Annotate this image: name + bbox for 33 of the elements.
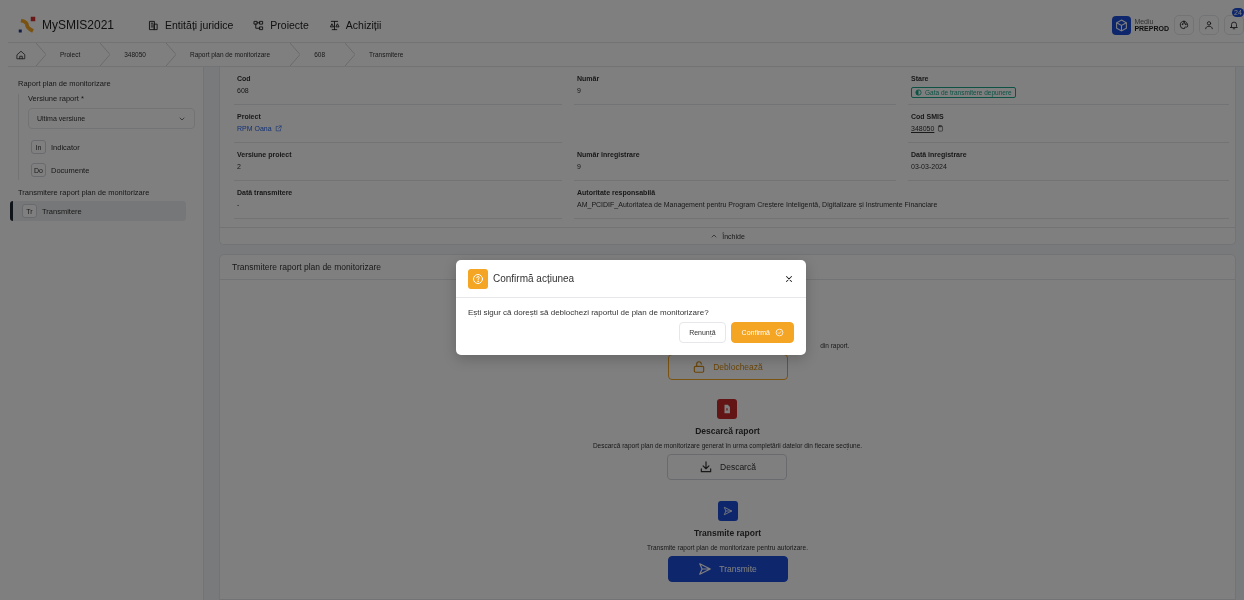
pdf-file-icon bbox=[722, 404, 733, 414]
bell-icon bbox=[1229, 20, 1239, 30]
download-button[interactable]: Descarcă bbox=[667, 454, 788, 480]
cube-icon[interactable] bbox=[1112, 15, 1132, 35]
notifications-button[interactable] bbox=[1224, 15, 1244, 35]
send-icon bbox=[722, 506, 733, 516]
download-icon bbox=[699, 460, 714, 474]
palette-button[interactable] bbox=[1174, 15, 1194, 35]
nodes-icon bbox=[253, 19, 265, 31]
app-name: MySMIS2021 bbox=[42, 18, 115, 32]
unlock-icon bbox=[692, 360, 707, 374]
logo-icon bbox=[18, 16, 36, 34]
home-icon bbox=[16, 49, 26, 60]
action-title: Transmite raport bbox=[693, 528, 762, 538]
send-icon bbox=[698, 562, 713, 576]
check-circle-icon bbox=[775, 328, 784, 337]
modal-message: Ești sigur că dorești să deblochezi raportul de plan de monitorizare? bbox=[468, 308, 710, 317]
palette-icon bbox=[1179, 20, 1189, 30]
building-icon bbox=[148, 19, 160, 31]
close-button[interactable] bbox=[784, 273, 794, 284]
transmit-button[interactable]: Transmite bbox=[667, 556, 788, 582]
action-title: Descarcă raport bbox=[695, 426, 760, 436]
nav-link[interactable]: Proiecte bbox=[253, 19, 309, 31]
copy-icon[interactable] bbox=[937, 125, 945, 132]
user-icon bbox=[1204, 20, 1214, 30]
external-link-icon bbox=[274, 125, 282, 132]
half-circle-icon bbox=[915, 89, 922, 96]
nav-link[interactable]: Entități juridice bbox=[148, 19, 234, 31]
close-icon bbox=[784, 273, 794, 284]
nav-link[interactable]: Achiziții bbox=[328, 19, 382, 31]
chevron-up-icon bbox=[710, 232, 719, 240]
scale-icon bbox=[328, 19, 340, 31]
user-button[interactable] bbox=[1199, 15, 1219, 35]
